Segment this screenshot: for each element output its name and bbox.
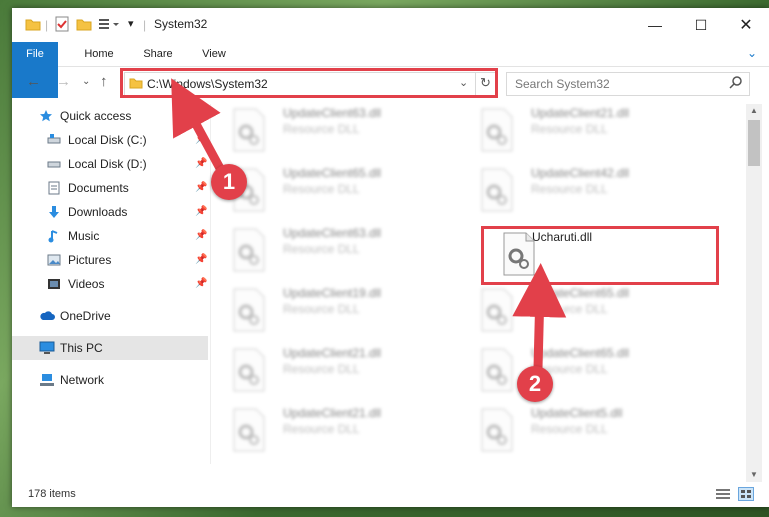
annotation-arrows xyxy=(171,78,567,369)
arrow-1 xyxy=(171,78,226,175)
callout-2: 2 xyxy=(517,366,553,402)
callout-1: 1 xyxy=(211,164,247,200)
arrow-2 xyxy=(512,263,567,369)
